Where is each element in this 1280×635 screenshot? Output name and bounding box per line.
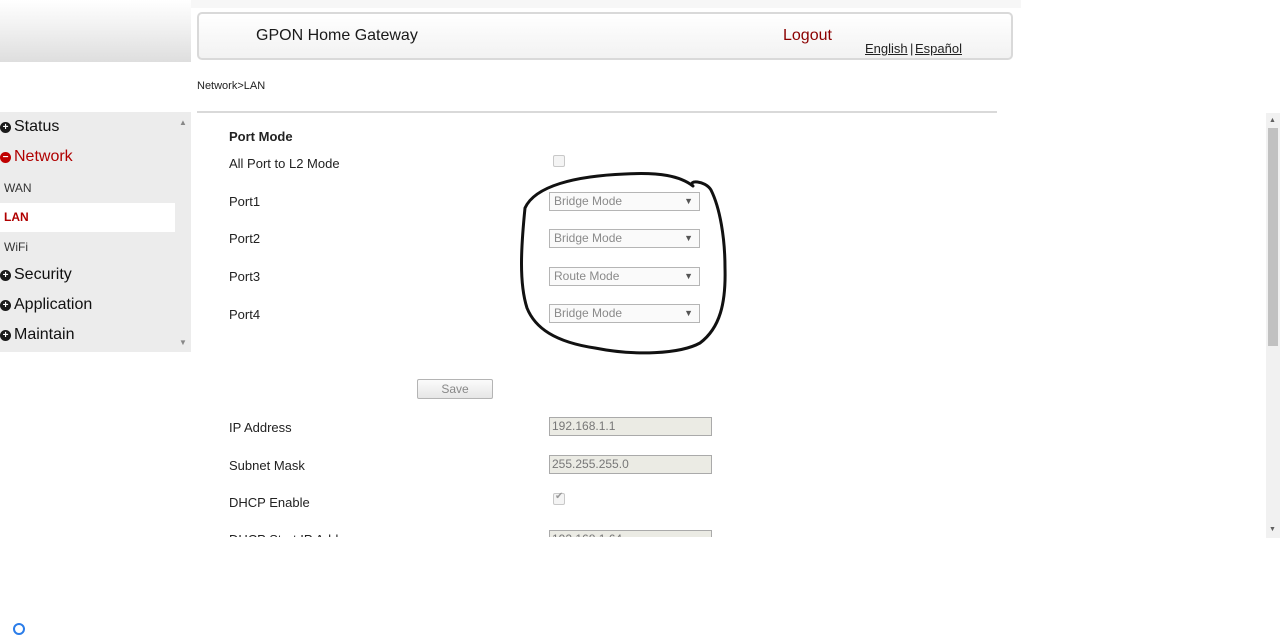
sidebar-item-lan[interactable]: LAN	[4, 210, 29, 224]
port4-label: Port4	[229, 307, 261, 322]
port1-label: Port1	[229, 194, 261, 209]
dropdown-arrow-icon: ▼	[684, 196, 693, 206]
scroll-up-icon[interactable]: ▲	[179, 118, 187, 127]
dropdown-arrow-icon: ▼	[684, 271, 693, 281]
plus-icon: +	[0, 329, 11, 341]
dropdown-arrow-icon: ▼	[684, 308, 693, 318]
port1-mode-select[interactable]: Bridge Mode ▼	[549, 192, 700, 211]
sidebar-group-label: Maintain	[14, 326, 75, 343]
port3-mode-select[interactable]: Route Mode ▼	[549, 267, 700, 286]
dhcp-enable-checkbox[interactable]: ✔	[553, 491, 565, 505]
logo-area	[0, 0, 191, 62]
content-clip	[191, 537, 1251, 628]
sidebar-group-application[interactable]: + Application	[0, 296, 92, 314]
select-value: Bridge Mode	[554, 194, 623, 208]
save-button[interactable]: Save	[417, 379, 493, 399]
sidebar-group-network[interactable]: − Network	[0, 148, 73, 166]
dropdown-arrow-icon: ▼	[684, 233, 693, 243]
select-value: Bridge Mode	[554, 306, 623, 320]
spanish-link[interactable]: Español	[915, 41, 962, 56]
port3-label: Port3	[229, 269, 261, 284]
all-port-checkbox[interactable]	[553, 155, 565, 167]
sidebar-group-status[interactable]: + Status	[0, 118, 59, 136]
logout-link[interactable]: Logout	[783, 27, 832, 45]
sidebar-item-wan[interactable]: WAN	[4, 181, 32, 195]
page-scroll-thumb[interactable]	[1268, 128, 1278, 346]
minus-icon: −	[0, 151, 11, 163]
top-strip	[191, 0, 1021, 8]
page-scroll-down-icon[interactable]: ▼	[1269, 526, 1276, 533]
ip-address-input[interactable]: 192.168.1.1	[549, 417, 712, 436]
all-port-label: All Port to L2 Mode	[229, 156, 340, 171]
english-link[interactable]: English	[865, 41, 908, 56]
subnet-mask-input[interactable]: 255.255.255.0	[549, 455, 712, 474]
sidebar-scrollbar[interactable]: ▲ ▼	[175, 112, 191, 352]
divider	[197, 111, 997, 113]
sidebar-group-label: Network	[14, 148, 73, 165]
dhcp-enable-label: DHCP Enable	[229, 495, 310, 510]
ip-address-label: IP Address	[229, 420, 292, 435]
plus-icon: +	[0, 269, 11, 281]
select-value: Route Mode	[554, 269, 620, 283]
port-mode-heading: Port Mode	[229, 129, 293, 144]
gateway-title: GPON Home Gateway	[256, 27, 418, 44]
bottom-circle-icon	[13, 623, 25, 635]
plus-icon: +	[0, 121, 11, 133]
checkmark-icon: ✔	[555, 491, 564, 502]
sidebar-group-label: Status	[14, 118, 60, 135]
sidebar-item-wifi[interactable]: WiFi	[4, 240, 28, 254]
scroll-down-icon[interactable]: ▼	[179, 338, 187, 347]
port2-mode-select[interactable]: Bridge Mode ▼	[549, 229, 700, 248]
subnet-mask-label: Subnet Mask	[229, 458, 305, 473]
sidebar-group-label: Security	[14, 266, 72, 283]
breadcrumb: Network>LAN	[197, 80, 266, 92]
plus-icon: +	[0, 299, 11, 311]
select-value: Bridge Mode	[554, 231, 623, 245]
sidebar-group-security[interactable]: + Security	[0, 266, 72, 284]
page-scroll-up-icon[interactable]: ▲	[1269, 117, 1276, 124]
port2-label: Port2	[229, 231, 261, 246]
sidebar-group-maintain[interactable]: + Maintain	[0, 326, 74, 344]
sidebar-group-label: Application	[14, 296, 93, 313]
port4-mode-select[interactable]: Bridge Mode ▼	[549, 304, 700, 323]
language-separator: |	[910, 41, 914, 56]
